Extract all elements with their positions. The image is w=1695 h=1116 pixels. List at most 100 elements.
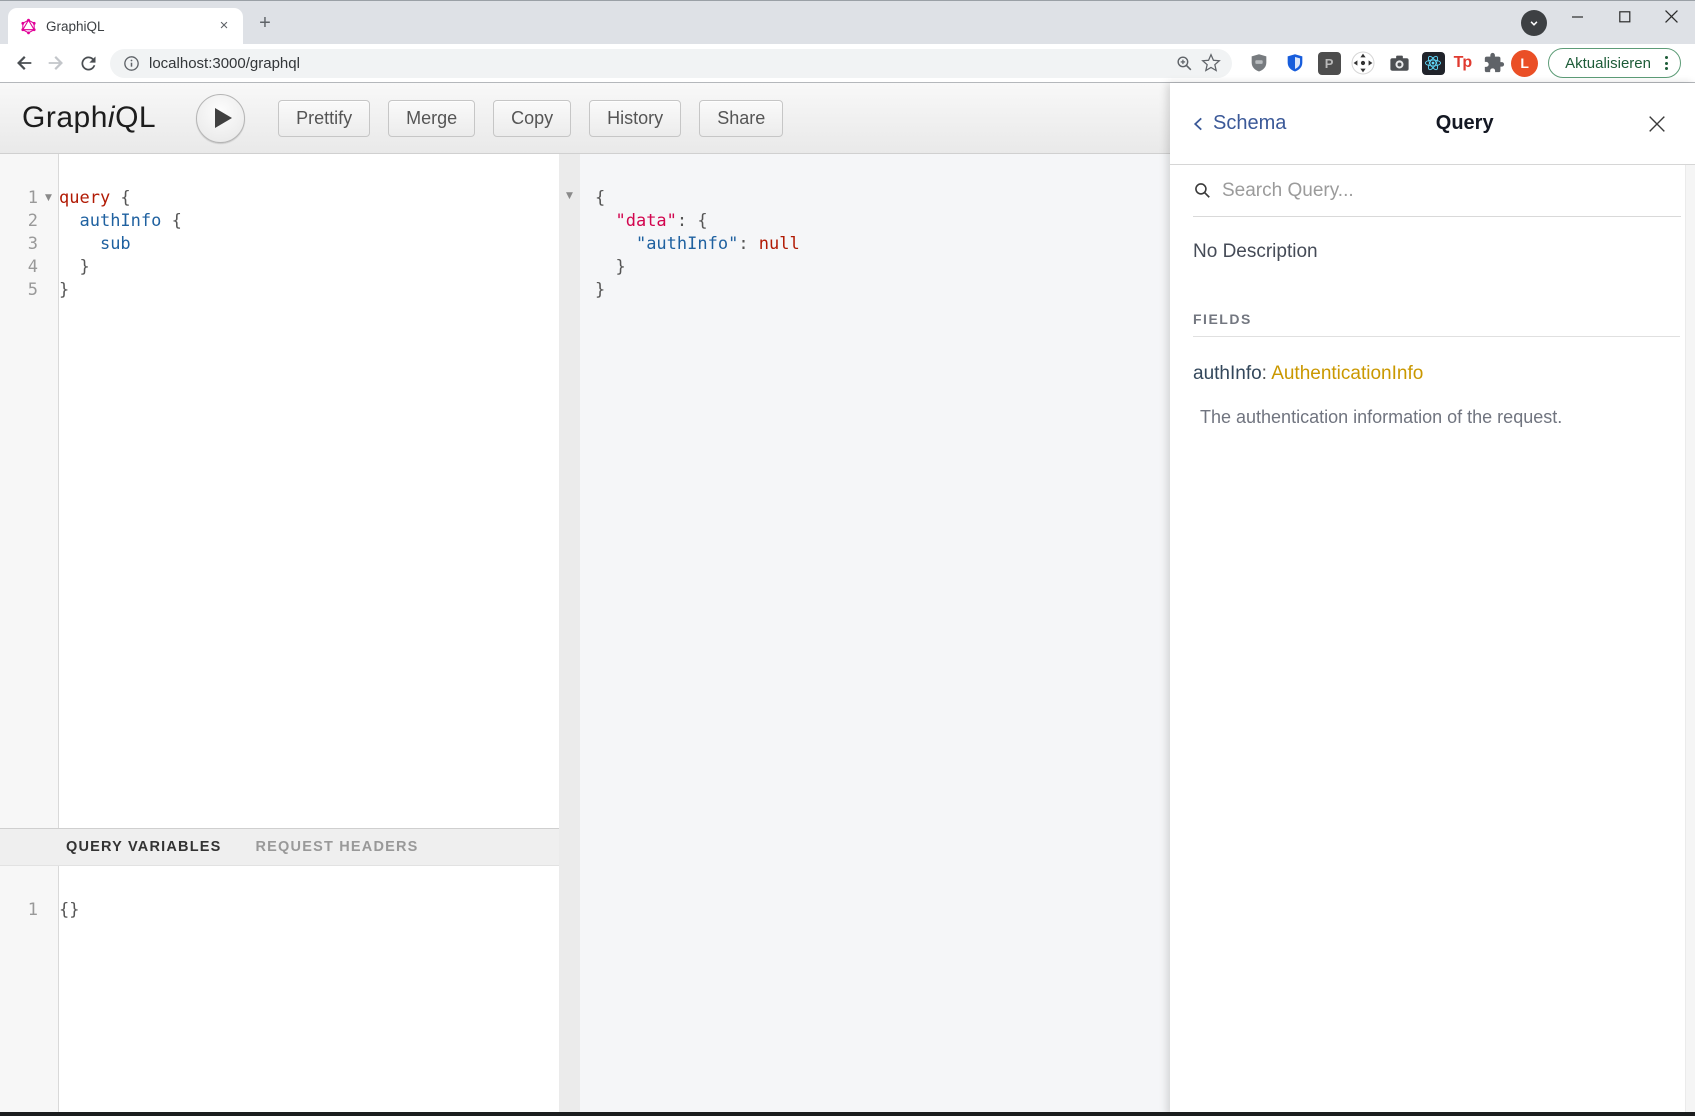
graphql-logo-icon	[20, 18, 37, 35]
prettify-button[interactable]: Prettify	[278, 100, 370, 137]
minimize-button[interactable]	[1554, 1, 1601, 32]
query-editor[interactable]: 1▼query {2 authInfo {3 sub4 }5}	[0, 154, 559, 828]
maximize-button[interactable]	[1601, 1, 1648, 32]
merge-button[interactable]: Merge	[388, 100, 475, 137]
doc-scrollbar[interactable]	[1685, 165, 1695, 1112]
tab-request-headers[interactable]: REQUEST HEADERS	[256, 839, 419, 855]
code-token	[59, 234, 100, 254]
code-line: 2 authInfo {	[0, 210, 559, 233]
forward-button[interactable]	[40, 47, 72, 79]
fold-arrow-icon[interactable]: ▼	[38, 187, 59, 210]
execute-query-button[interactable]	[196, 94, 245, 143]
back-arrow-icon	[13, 52, 35, 74]
ublock-extension-button[interactable]	[1246, 50, 1273, 77]
doc-search-input[interactable]	[1222, 180, 1681, 202]
kebab-menu-icon[interactable]	[1661, 54, 1672, 72]
extensions-menu-button[interactable]	[1480, 50, 1507, 77]
doc-explorer-header: Schema Query	[1170, 83, 1695, 165]
forward-arrow-icon	[45, 52, 67, 74]
fold-gutter	[38, 256, 59, 279]
doc-search-row	[1193, 165, 1681, 217]
type-name-link[interactable]: AuthenticationInfo	[1271, 363, 1423, 384]
code-text: {	[580, 187, 605, 210]
doc-back-link[interactable]: Schema	[1190, 112, 1286, 135]
graphiql-page: GraphiQL Prettify Merge Copy History Share 1…	[0, 82, 1695, 1116]
chevron-left-icon	[1190, 114, 1208, 134]
code-text: sub	[59, 233, 131, 256]
aktualisieren-label: Aktualisieren	[1565, 55, 1651, 72]
address-bar[interactable]: localhost:3000/graphql	[110, 49, 1232, 78]
reload-button[interactable]	[72, 47, 104, 79]
doc-title: Query	[1286, 112, 1643, 135]
fold-gutter	[38, 233, 59, 256]
move-tool-extension-button[interactable]	[1350, 50, 1377, 77]
share-button[interactable]: Share	[699, 100, 783, 137]
code-token: "authInfo"	[636, 234, 738, 254]
line-number: 1	[0, 899, 38, 922]
code-text: }	[580, 279, 605, 302]
field-separator: :	[1262, 363, 1272, 384]
fold-gutter	[38, 279, 59, 302]
code-line: "authInfo": null	[580, 233, 1170, 256]
new-tab-button[interactable]: +	[252, 11, 278, 37]
react-devtools-extension-button[interactable]	[1422, 52, 1445, 75]
move-arrows-icon	[1351, 51, 1375, 75]
browser-tab-graphiql[interactable]: GraphiQL ×	[8, 8, 243, 44]
copy-button[interactable]: Copy	[493, 100, 571, 137]
code-text: }	[59, 279, 69, 302]
code-token: null	[759, 234, 800, 254]
variables-editor[interactable]: 1 {}	[0, 866, 559, 1116]
code-token: : {	[677, 211, 708, 231]
search-icon	[1193, 181, 1213, 201]
code-line: 4 }	[0, 256, 559, 279]
graphiql-main: GraphiQL Prettify Merge Copy History Share 1…	[0, 83, 1170, 1116]
code-token	[595, 234, 636, 254]
chevron-down-icon	[1527, 16, 1541, 30]
close-window-button[interactable]	[1648, 1, 1695, 32]
graphiql-logo: GraphiQL	[22, 101, 156, 135]
pane-resize-divider[interactable]: ▼	[559, 154, 580, 1116]
zoom-magnifier-icon	[1175, 54, 1194, 73]
fields-heading: FIELDS	[1193, 311, 1680, 327]
back-button[interactable]	[8, 47, 40, 79]
code-token: {	[172, 211, 182, 231]
code-line: 1▼query {	[0, 187, 559, 210]
query-pane: 1▼query {2 authInfo {3 sub4 }5} QUERY VA…	[0, 154, 559, 1116]
doc-explorer-panel: Schema Query No Description FIELDS	[1170, 83, 1695, 1116]
tab-search-chevron-button[interactable]	[1521, 10, 1547, 36]
aktualisieren-button[interactable]: Aktualisieren	[1548, 48, 1681, 78]
code-token: :	[738, 234, 758, 254]
page-info-icon[interactable]	[122, 54, 141, 73]
tab-query-variables[interactable]: QUERY VARIABLES	[66, 839, 222, 855]
bitwarden-extension-button[interactable]	[1282, 50, 1309, 77]
url-text[interactable]: localhost:3000/graphql	[149, 55, 1172, 72]
code-line: 5}	[0, 279, 559, 302]
zoom-page-button[interactable]	[1172, 50, 1198, 76]
fold-gutter	[38, 899, 59, 922]
bookmark-star-button[interactable]	[1198, 50, 1224, 76]
reload-icon	[78, 53, 99, 74]
response-viewer: { "data": { "authInfo": null }}	[580, 154, 1170, 1116]
window-controls	[1554, 1, 1695, 32]
window-bottom-edge	[0, 1112, 1695, 1116]
code-text: "data": {	[580, 210, 708, 233]
profile-avatar[interactable]: L	[1511, 50, 1538, 77]
fold-gutter	[38, 210, 59, 233]
minimize-icon	[1572, 11, 1584, 23]
screenshot-extension-button[interactable]	[1386, 50, 1413, 77]
code-line: {	[580, 187, 1170, 210]
code-line: }	[580, 279, 1170, 302]
tp-extension-button[interactable]: Tp	[1454, 54, 1472, 72]
code-line: }	[580, 256, 1170, 279]
fold-arrow-icon[interactable]: ▼	[559, 191, 580, 201]
tab-close-icon[interactable]: ×	[215, 17, 233, 35]
history-button[interactable]: History	[589, 100, 681, 137]
no-description-text: No Description	[1193, 241, 1680, 263]
p-extension-button[interactable]: P	[1318, 52, 1341, 75]
line-number: 4	[0, 256, 38, 279]
doc-close-button[interactable]	[1643, 110, 1671, 138]
code-text: {}	[59, 899, 79, 922]
code-text: authInfo {	[59, 210, 182, 233]
graphiql-topbar: GraphiQL Prettify Merge Copy History Share	[0, 83, 1170, 154]
field-name-link[interactable]: authInfo	[1193, 363, 1262, 384]
